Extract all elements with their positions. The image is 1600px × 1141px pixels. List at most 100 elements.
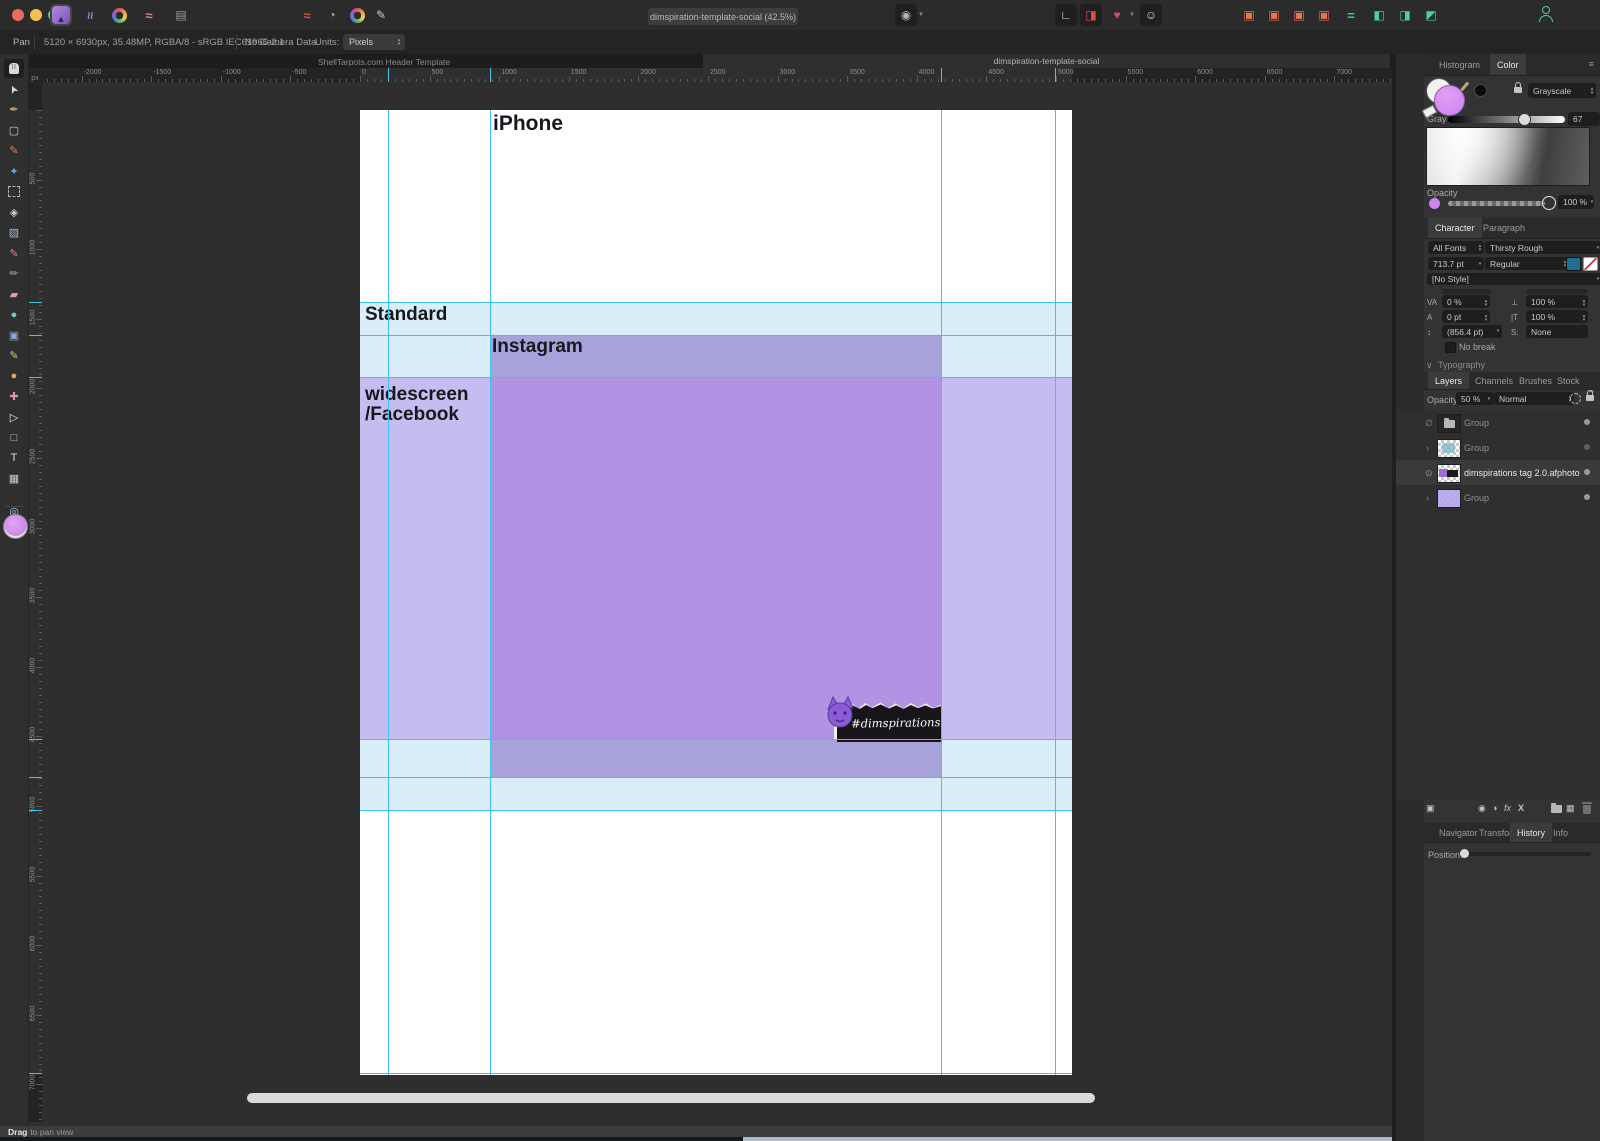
move-backward-icon[interactable]: ▣ [1288,4,1310,26]
text-tool[interactable]: T [4,449,24,468]
vector-pen-icon[interactable]: ✎ [370,4,392,26]
pixel-tool[interactable]: ✏ [4,264,24,283]
alignment-icon[interactable]: = [1340,4,1362,26]
eraser-tool[interactable]: ▰ [4,285,24,304]
blend-mode-select[interactable]: Normal ▴▾ [1494,392,1574,405]
tab-character[interactable]: Character [1428,217,1482,238]
liquify-persona-icon[interactable]: ≈ [80,4,102,26]
tab-color[interactable]: Color [1490,54,1526,75]
adjustment-layer-icon[interactable]: ◑ [1492,803,1497,813]
layer-lock-icon[interactable] [1586,395,1594,401]
doc-tab-active[interactable]: dimspiration-template-social [703,54,1390,68]
delete-layer-icon[interactable] [1583,805,1591,814]
layer-row-group-1[interactable]: ∅ Group [1396,410,1600,436]
flood-fill-tool[interactable]: ◈ [4,203,24,222]
gray-value[interactable]: 67 [1568,112,1600,126]
align-vertical-icon[interactable]: ◨ [1394,4,1416,26]
eyedropper-color-well[interactable] [1474,84,1487,97]
horizontal-guide[interactable] [360,777,1072,778]
dodge-tool[interactable]: ● [4,305,24,324]
align-horizontal-icon[interactable]: ◧ [1368,4,1390,26]
horizontal-guide[interactable] [360,335,1072,336]
doc-tab-inactive[interactable]: ShellTarpots.com Header Template [318,57,450,67]
stroke-color-well[interactable] [1583,257,1598,271]
tab-layers[interactable]: Layers [1428,372,1469,389]
history-position-knob[interactable] [1460,849,1469,858]
typography-caret-icon[interactable]: ∨ [1426,360,1433,371]
font-weight-select[interactable]: Regular ▴▾ [1485,257,1569,270]
tone-mapping-persona-icon[interactable]: ≈ [138,4,160,26]
vertical-scale-field[interactable]: 100 % [1526,295,1588,308]
opacity-slider[interactable] [1448,201,1545,206]
text-style-select[interactable]: [No Style] ▾ [1427,273,1600,285]
horizontal-guide[interactable] [360,302,1072,303]
layer-row-group-2[interactable]: › Group [1396,435,1600,461]
no-break-checkbox[interactable] [1445,342,1456,353]
smudge-tool[interactable]: ✎ [4,346,24,365]
shape-tool[interactable]: □ [4,428,24,447]
history-position-slider[interactable] [1461,852,1591,856]
move-forward-icon[interactable]: ▣ [1263,4,1285,26]
gradient-tool[interactable]: ▨ [4,223,24,242]
red-waves-icon[interactable]: ≈ [296,4,318,26]
fill-color-well[interactable] [1566,257,1581,271]
mesh-warp-tool[interactable]: ▦ [4,469,24,488]
develop-persona-icon[interactable] [108,4,130,26]
edit-all-layers-icon[interactable]: ▣ [1426,803,1435,814]
horizontal-ruler[interactable]: -2000-1500-1000-500050010001500200025003… [42,68,1392,83]
close-button[interactable] [12,9,24,21]
view-mode-icon-caret[interactable]: ▼ [918,12,924,18]
tab-info[interactable]: Info [1546,823,1575,842]
vertical-guide[interactable] [490,110,491,1075]
horizontal-scrollbar[interactable] [247,1093,1095,1103]
active-color-swatch[interactable] [3,514,28,539]
vertical-guide[interactable] [388,110,389,1075]
snapping-icon[interactable]: ♥ [1106,4,1128,26]
units-select[interactable]: Pixels ▴▾ [343,34,405,50]
minimize-button[interactable] [30,9,42,21]
color-picker-tool[interactable]: ✒ [4,100,24,119]
new-group-icon[interactable] [1551,805,1562,813]
layer-visibility-dot[interactable] [1584,444,1590,450]
horizontal-guide[interactable] [360,810,1072,811]
grayscale-field[interactable] [1426,127,1590,186]
layer-expand-icon[interactable]: › [1426,493,1429,503]
horizontal-guide[interactable] [360,739,1072,740]
layer-settings-gear-icon[interactable] [1570,393,1581,404]
split-view-icon[interactable]: ◨ [1080,4,1102,26]
gray-slider-knob[interactable] [1518,113,1531,126]
account-icon[interactable] [1536,4,1558,26]
clone-stamp-tool[interactable]: ▣ [4,326,24,345]
color-wheel-icon[interactable] [346,4,368,26]
artboard[interactable]: iPhone Standard Instagram widescreen /Fa… [360,110,1072,1075]
snapping-icon-caret[interactable]: ▼ [1129,12,1135,18]
horizontal-scale-field[interactable]: 100 % [1526,310,1588,323]
horizontal-guide[interactable] [360,377,1072,378]
marquee-tool[interactable] [4,182,24,201]
layer-hidden-icon[interactable]: ∅ [1425,418,1433,429]
horizontal-guide[interactable] [360,1073,1072,1074]
typography-section-header[interactable]: Typography [1438,360,1485,370]
move-to-back-icon[interactable]: ▣ [1313,4,1335,26]
color-lock-icon[interactable] [1514,87,1522,93]
photo-persona-icon[interactable]: ▲ [50,4,72,26]
layer-link-icon[interactable]: ⊙ [1425,468,1433,479]
opacity-slider-knob[interactable] [1542,196,1556,210]
vertical-guide[interactable] [941,110,942,1075]
tab-paragraph[interactable]: Paragraph [1476,217,1532,238]
leading-field[interactable]: (856.4 pt) [1442,325,1502,338]
guides-icon[interactable]: ∟ [1055,4,1077,26]
move-tool[interactable]: ➤ [4,80,24,99]
color-mode-select[interactable]: Grayscale ▴▾ [1528,83,1596,98]
font-name-select[interactable]: Thirsty Rough ▾ [1485,241,1600,254]
layer-visibility-dot[interactable] [1584,419,1590,425]
vertical-ruler[interactable]: 5001000150020002500300035004000450050005… [28,82,43,1122]
language-field[interactable]: None [1526,325,1588,338]
node-tool[interactable]: ▷ [4,408,24,427]
layer-visibility-dot[interactable] [1584,494,1590,500]
tab-histogram[interactable]: Histogram [1432,54,1487,75]
burn-tool[interactable]: ● [4,367,24,386]
mask-layer-icon[interactable]: ◉ [1478,803,1486,814]
compass-icon[interactable]: ◔ [321,4,343,26]
export-persona-icon[interactable]: ▤ [170,4,192,26]
